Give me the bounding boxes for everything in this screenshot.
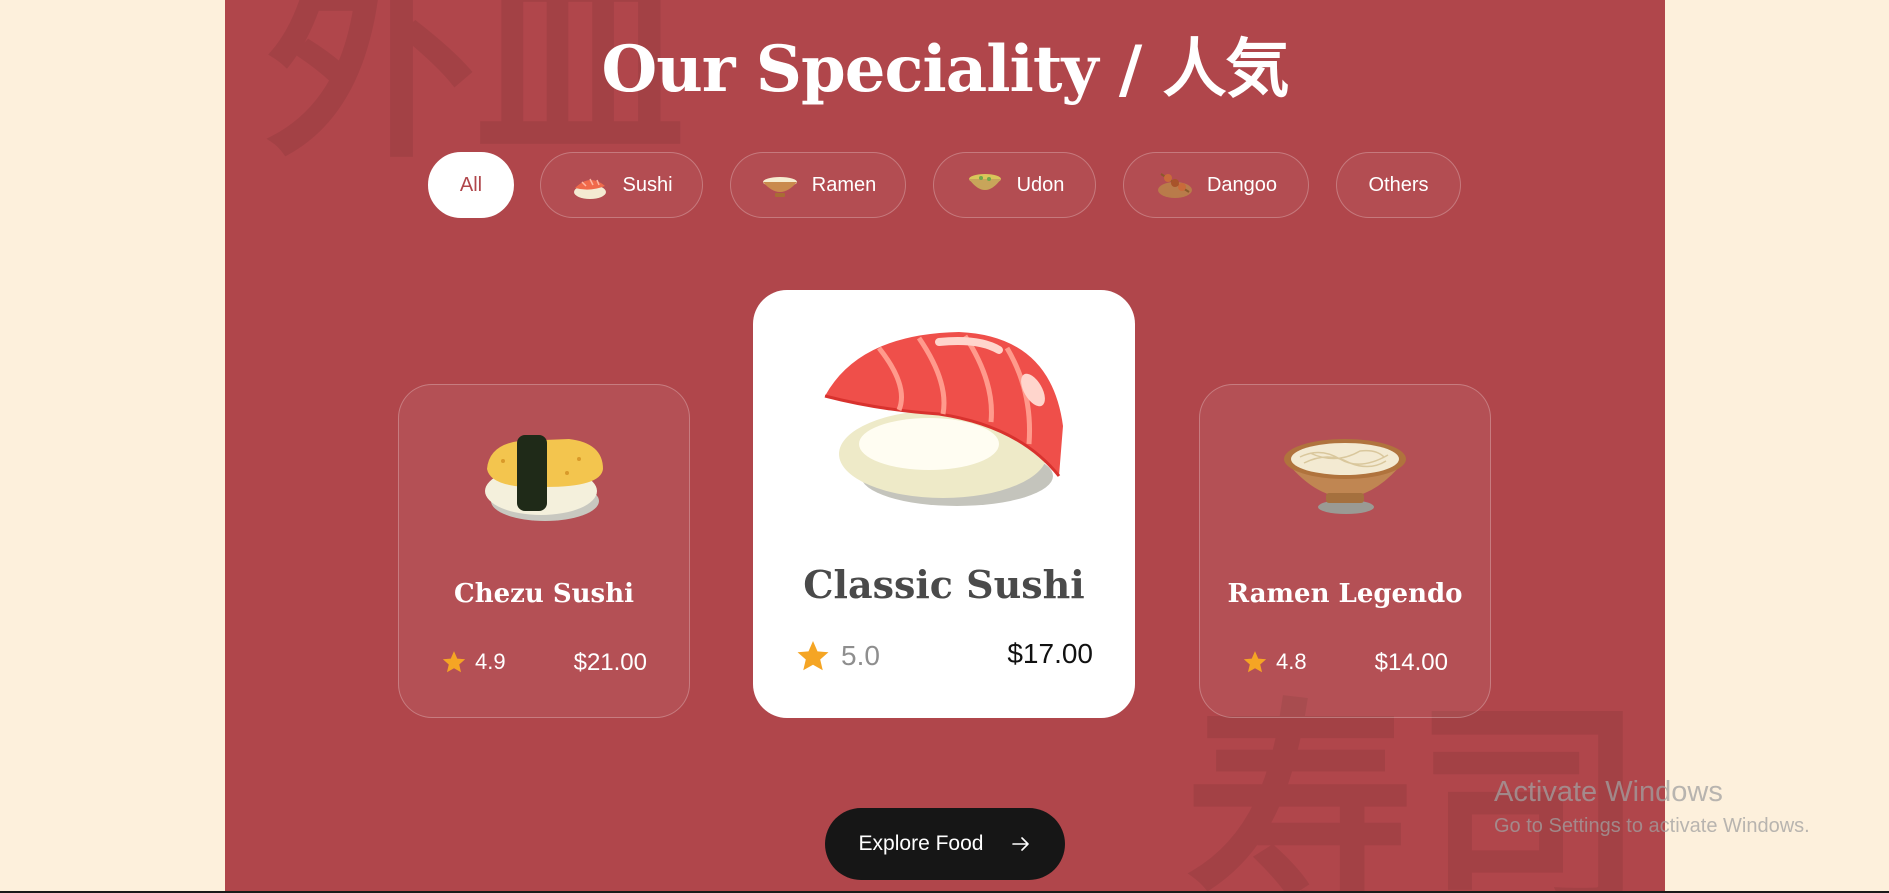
sushi-icon	[574, 178, 607, 199]
dish-rating-value: 5.0	[841, 640, 880, 671]
section-title: Our Speciality / 人気	[601, 32, 1289, 107]
dish-price: $14.00	[1374, 649, 1448, 676]
dish-image	[1200, 431, 1490, 517]
dish-rating: 4.9	[441, 649, 506, 675]
dish-card-ramen-legendo[interactable]: Ramen Legendo 4.8 $14.00	[1199, 384, 1491, 718]
star-icon	[442, 651, 466, 673]
filter-chip-ramen[interactable]: Ramen	[730, 152, 906, 218]
dish-name: Chezu Sushi	[454, 579, 634, 609]
category-filter-bar: All Sushi Ramen Udon Dangoo Others	[225, 152, 1665, 218]
dish-rating-value: 4.9	[475, 649, 506, 674]
explore-food-button[interactable]: Explore Food	[825, 808, 1065, 880]
tamago-sushi-icon	[485, 435, 603, 521]
dish-rating: 4.8	[1242, 649, 1307, 675]
dish-price: $17.00	[1007, 638, 1093, 669]
dish-image	[753, 326, 1135, 516]
filter-chip-label: Others	[1368, 173, 1429, 196]
dish-card-chezu-sushi[interactable]: Chezu Sushi 4.9 $21.00	[398, 384, 690, 718]
filter-chip-label: All	[459, 173, 483, 196]
filter-chip-label: Udon	[1016, 173, 1065, 196]
salmon-nigiri-icon	[824, 332, 1063, 506]
explore-food-label: Explore Food	[858, 832, 984, 855]
speciality-section: 外皿 寿司 Our Speciality / 人気 All Sushi Rame…	[225, 0, 1665, 893]
udon-bowl-icon	[968, 174, 1001, 190]
filter-chip-sushi[interactable]: Sushi	[540, 152, 703, 218]
filter-chip-dangoo[interactable]: Dangoo	[1123, 152, 1309, 218]
watermark-title: Activate Windows	[1494, 776, 1723, 808]
dish-image	[399, 421, 689, 525]
star-icon	[797, 641, 829, 671]
filter-chip-label: Sushi	[622, 173, 673, 196]
ramen-bowl-icon	[762, 177, 797, 197]
dish-name: Ramen Legendo	[1227, 579, 1463, 609]
filter-chip-others[interactable]: Others	[1336, 152, 1461, 218]
dish-rating-value: 4.8	[1276, 649, 1307, 674]
dish-rating: 5.0	[795, 638, 880, 674]
windows-activation-watermark: Activate Windows Go to Settings to activ…	[1494, 776, 1810, 838]
ramen-bowl-icon	[1284, 439, 1406, 514]
filter-chip-label: Dangoo	[1206, 173, 1278, 196]
filter-chip-udon[interactable]: Udon	[933, 152, 1096, 218]
dish-price: $21.00	[573, 649, 647, 676]
watermark-subtitle: Go to Settings to activate Windows.	[1494, 815, 1810, 837]
arrow-right-icon	[1012, 837, 1030, 851]
dango-skewer-icon	[1157, 173, 1192, 198]
dish-card-classic-sushi[interactable]: Classic Sushi 5.0 $17.00	[753, 290, 1135, 718]
filter-chip-label: Ramen	[811, 173, 877, 196]
star-icon	[1243, 651, 1267, 673]
filter-chip-all[interactable]: All	[428, 152, 514, 218]
dish-name: Classic Sushi	[803, 562, 1085, 607]
